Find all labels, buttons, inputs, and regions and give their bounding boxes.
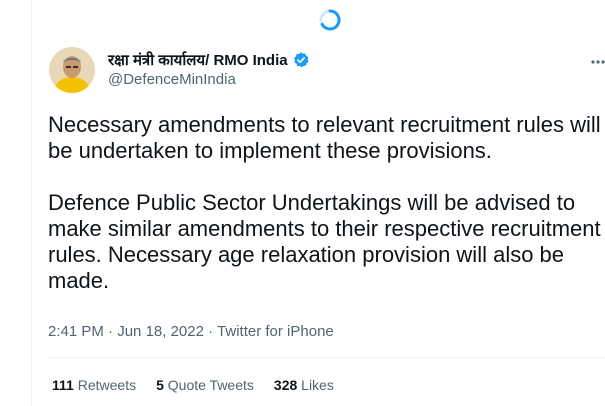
avatar-image — [49, 47, 95, 93]
tweet-paragraph-1: Necessary amendments to relevant recruit… — [48, 112, 601, 163]
meta-separator: · — [108, 323, 114, 340]
author-name-text: रक्षा मंत्री कार्यालय/ RMO India — [108, 52, 288, 69]
tweet-meta: 2:41 PM · Jun 18, 2022 · Twitter for iPh… — [48, 323, 334, 340]
tweet-time[interactable]: 2:41 PM — [48, 323, 104, 340]
quotes-stat[interactable]: 5 Quote Tweets — [156, 377, 254, 393]
author-handle[interactable]: @DefenceMinIndia — [108, 71, 236, 88]
tweet-text: Necessary amendments to relevant recruit… — [48, 112, 605, 294]
tweet-source[interactable]: Twitter for iPhone — [217, 323, 334, 340]
retweets-stat[interactable]: 111 Retweets — [52, 377, 136, 393]
tweet-page: रक्षा मंत्री कार्यालय/ RMO India @Defenc… — [0, 0, 605, 406]
quotes-count: 5 — [156, 377, 164, 393]
quotes-label: Quote Tweets — [167, 377, 254, 393]
divider — [48, 357, 605, 358]
meta-separator: · — [208, 323, 214, 340]
likes-count: 328 — [273, 377, 298, 393]
tweet-paragraph-2: Defence Public Sector Undertakings will … — [48, 190, 601, 293]
author-name[interactable]: रक्षा मंत्री कार्यालय/ RMO India — [108, 50, 310, 70]
verified-badge-icon — [293, 52, 309, 68]
retweets-label: Retweets — [77, 377, 137, 393]
likes-label: Likes — [301, 377, 334, 393]
more-icon[interactable] — [591, 59, 605, 65]
likes-stat[interactable]: 328 Likes — [274, 377, 334, 393]
column-border — [31, 0, 32, 406]
retweets-count: 111 — [52, 377, 74, 393]
tweet-stats: 111 Retweets 5 Quote Tweets 328 Likes — [52, 377, 354, 393]
tweet-date[interactable]: Jun 18, 2022 — [117, 323, 204, 340]
avatar[interactable] — [49, 47, 95, 93]
loading-spinner-icon — [319, 9, 341, 31]
